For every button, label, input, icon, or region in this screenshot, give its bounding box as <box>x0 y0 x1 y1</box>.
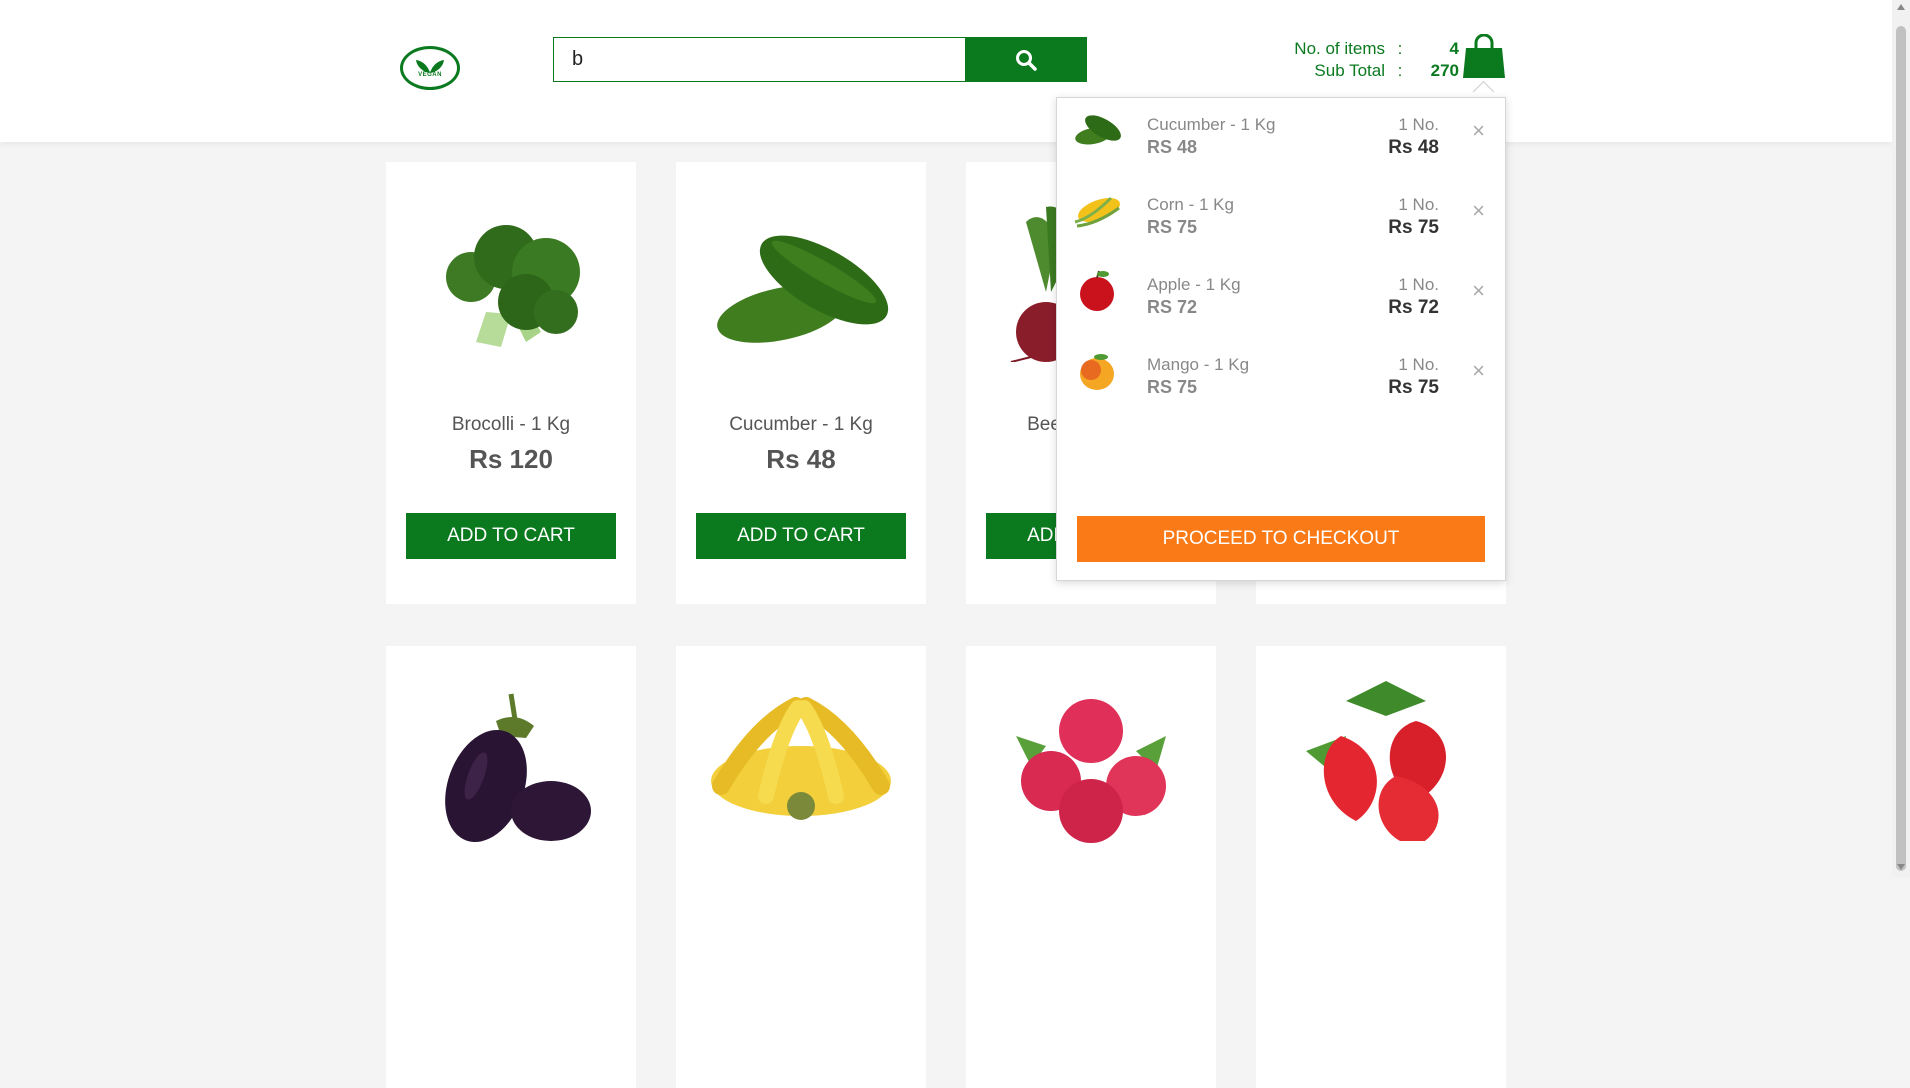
add-to-cart-button[interactable]: ADD TO CART <box>406 513 616 559</box>
separator: : <box>1397 61 1403 80</box>
scroll-down-icon[interactable] <box>1897 864 1905 870</box>
product-card <box>1256 646 1506 1088</box>
cart-preview-panel: Cucumber - 1 Kg RS 48 1 No. Rs 48 × Corn… <box>1056 97 1506 581</box>
cart-item-qty: 1 No. <box>1398 355 1439 374</box>
product-card: Brocolli - 1 Kg Rs 120 ADD TO CART <box>386 162 636 604</box>
cart-item-qty: 1 No. <box>1398 115 1439 134</box>
scroll-up-icon[interactable] <box>1897 4 1905 10</box>
cart-item-name: Mango - 1 Kg <box>1147 355 1250 374</box>
cart-item-amount: Rs 75 <box>1388 377 1439 398</box>
broccoli-image <box>446 225 580 347</box>
vegan-logo[interactable]: VEGAN <box>400 46 460 90</box>
mango-thumbnail <box>1080 354 1114 390</box>
cart-summary: No. of items : 4 Sub Total : 270 <box>1270 38 1459 82</box>
product-card <box>676 646 926 1088</box>
strawberry-image <box>1306 681 1446 841</box>
remove-item-icon[interactable]: × <box>1472 120 1485 142</box>
items-count-label: No. of items <box>1294 39 1385 58</box>
cucumber-thumbnail <box>1075 115 1121 145</box>
cart-item-price: RS 72 <box>1147 297 1198 317</box>
remove-item-icon[interactable]: × <box>1472 360 1485 382</box>
cart-item-price: RS 75 <box>1147 377 1198 397</box>
items-count-value: 4 <box>1449 39 1459 58</box>
product-price: Rs 120 <box>469 444 553 474</box>
cart-item: Mango - 1 Kg RS 75 1 No. Rs 75 × <box>1057 338 1507 408</box>
search-icon <box>1016 49 1037 71</box>
cart-item: Cucumber - 1 Kg RS 48 1 No. Rs 48 × <box>1057 98 1507 168</box>
remove-item-icon[interactable]: × <box>1472 200 1485 222</box>
raspberry-image <box>1016 699 1166 843</box>
logo-text: VEGAN <box>418 72 442 78</box>
cart-item-price: RS 75 <box>1147 217 1198 237</box>
cart-item-name: Corn - 1 Kg <box>1147 195 1234 214</box>
cart-item: Apple - 1 Kg RS 72 1 No. Rs 72 × <box>1057 258 1507 328</box>
cucumber-image <box>717 235 889 343</box>
product-name: Brocolli - 1 Kg <box>451 414 571 435</box>
apple-thumbnail <box>1080 270 1114 311</box>
search-button[interactable] <box>965 37 1087 82</box>
cart-item-qty: 1 No. <box>1398 275 1439 294</box>
scrollbar-thumb[interactable] <box>1896 26 1906 871</box>
cart-item-qty: 1 No. <box>1398 195 1439 214</box>
cart-item-name: Cucumber - 1 Kg <box>1147 115 1276 134</box>
site-header: VEGAN No. of items : 4 Sub Total : 270 <box>0 0 1892 142</box>
product-name: Cucumber - 1 Kg <box>729 414 873 435</box>
subtotal-value: 270 <box>1430 61 1459 80</box>
product-card <box>966 646 1216 1088</box>
product-price: Rs 48 <box>766 444 836 474</box>
cart-item-price: RS 48 <box>1147 137 1198 157</box>
subtotal-label: Sub Total <box>1314 61 1385 80</box>
cart-item-amount: Rs 75 <box>1388 217 1439 238</box>
banana-image <box>711 697 891 820</box>
search-input[interactable] <box>553 37 966 82</box>
product-card: Cucumber - 1 Kg Rs 48 ADD TO CART <box>676 162 926 604</box>
product-card <box>386 646 636 1088</box>
vertical-scrollbar[interactable] <box>1892 0 1910 877</box>
corn-thumbnail <box>1074 196 1120 228</box>
cart-item: Corn - 1 Kg RS 75 1 No. Rs 75 × <box>1057 178 1507 248</box>
separator: : <box>1397 39 1403 58</box>
shopping-bag-icon[interactable] <box>1462 34 1506 80</box>
add-to-cart-button[interactable]: ADD TO CART <box>696 513 906 559</box>
cart-item-amount: Rs 48 <box>1388 137 1439 158</box>
proceed-to-checkout-button[interactable]: PROCEED TO CHECKOUT <box>1077 516 1485 562</box>
cart-item-amount: Rs 72 <box>1388 297 1439 318</box>
remove-item-icon[interactable]: × <box>1472 280 1485 302</box>
brinjal-image <box>445 693 591 843</box>
cart-item-name: Apple - 1 Kg <box>1147 275 1241 294</box>
